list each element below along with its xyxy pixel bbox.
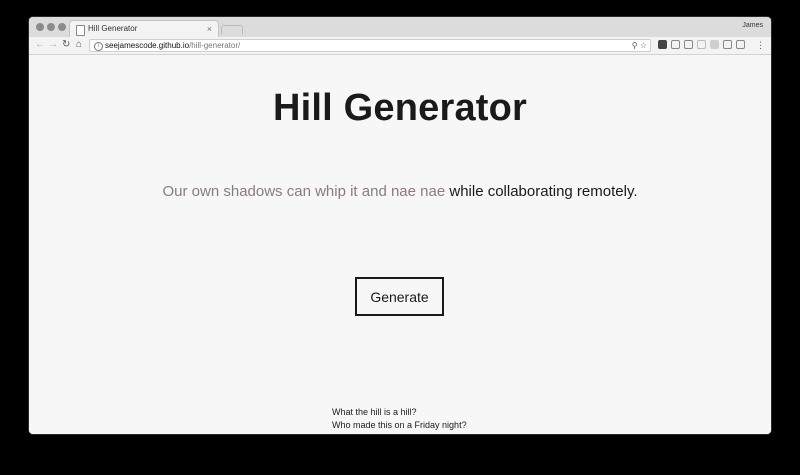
close-window-button[interactable] — [36, 23, 44, 31]
extension-crop-icon[interactable] — [684, 40, 693, 49]
zoom-icon[interactable]: ⚲ — [632, 41, 638, 50]
tab-strip: Hill Generator × James — [29, 17, 771, 38]
omnibox-actions: ⚲ ☆ — [632, 40, 647, 51]
profile-name[interactable]: James — [742, 22, 763, 29]
extension-shield-icon[interactable] — [710, 40, 719, 49]
sentence-predicate: while collaborating remotely. — [445, 183, 638, 200]
tab-hill-generator[interactable]: Hill Generator × — [69, 20, 219, 38]
home-icon[interactable]: ⌂ — [76, 39, 82, 51]
bookmark-star-icon[interactable]: ☆ — [640, 41, 647, 50]
extension-layers-icon[interactable] — [723, 40, 732, 49]
back-arrow-icon[interactable]: ← — [35, 39, 45, 51]
extension-history-icon[interactable] — [671, 40, 680, 49]
url-text[interactable]: seejamescode.github.io/hill-generator/ — [105, 41, 240, 51]
reload-icon[interactable]: ↻ — [62, 39, 70, 51]
extension-gear-icon[interactable] — [658, 40, 667, 49]
page-content: Hill Generator Our own shadows can whip … — [29, 55, 771, 434]
generate-button[interactable]: Generate — [355, 277, 444, 316]
url-host: seejamescode.github.io — [105, 41, 190, 50]
close-tab-icon[interactable]: × — [207, 23, 212, 35]
forward-arrow-icon[interactable]: → — [48, 39, 58, 51]
sentence-subject: Our own shadows can whip it and nae nae — [162, 183, 446, 200]
url-path: /hill-generator/ — [189, 41, 241, 50]
about-author-link[interactable]: Who made this on a Friday night? — [332, 419, 467, 432]
generated-sentence: Our own shadows can whip it and nae nae … — [29, 183, 771, 200]
zoom-window-button[interactable] — [58, 23, 66, 31]
browser-toolbar: ← → ↻ ⌂ i seejamescode.github.io/hill-ge… — [29, 37, 771, 55]
footer-links: What the hill is a hill? Who made this o… — [332, 406, 467, 432]
page-icon — [76, 25, 85, 36]
extension-page-icon[interactable] — [697, 40, 706, 49]
address-bar[interactable]: i seejamescode.github.io/hill-generator/… — [89, 39, 651, 52]
minimize-window-button[interactable] — [47, 23, 55, 31]
about-hill-link[interactable]: What the hill is a hill? — [332, 406, 467, 419]
menu-dots-icon[interactable]: ⋮ — [756, 39, 765, 51]
new-tab-button[interactable] — [221, 25, 243, 35]
tab-title: Hill Generator — [88, 24, 138, 33]
info-icon[interactable]: i — [94, 42, 103, 51]
page-title: Hill Generator — [272, 87, 528, 129]
cast-icon[interactable] — [736, 40, 745, 49]
browser-window: Hill Generator × James ← → ↻ ⌂ i seejame… — [29, 17, 771, 434]
